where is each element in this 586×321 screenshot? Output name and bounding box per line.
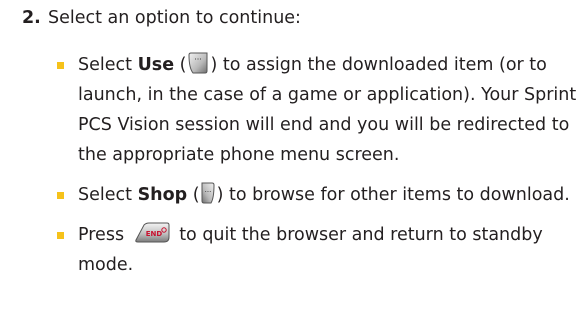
list-item-shop: Select Shop ( ··· ) to browse for other … (56, 180, 582, 210)
step-number: 2. (22, 8, 41, 28)
end-key-label: END (145, 230, 162, 238)
list-item-use: Select Use ( ··· ) to assign the downloa… (56, 50, 582, 170)
shop-post-text: ) to browse for other items to download. (216, 185, 570, 205)
shop-pre-text: Select (78, 185, 138, 205)
step-2: 2. Select an option to continue: (22, 4, 301, 32)
bullet-square (57, 62, 64, 69)
bullet-square (57, 232, 64, 239)
manual-page: 2. Select an option to continue: Select U… (0, 0, 586, 321)
left-softkey-icon: ··· (187, 52, 209, 74)
use-label: Use (137, 55, 175, 75)
step-text: Select an option to continue: (48, 8, 301, 28)
option-list: Select Use ( ··· ) to assign the downloa… (56, 50, 582, 290)
right-softkey-icon: ··· (201, 182, 216, 204)
list-item-end: Press END to quit the browser and return… (56, 220, 582, 280)
shop-label: Shop (137, 185, 188, 205)
bullet-square (57, 192, 64, 199)
svg-text:···: ··· (195, 55, 203, 64)
end-key-icon: END (134, 222, 170, 244)
shop-open-paren: ( (187, 185, 200, 205)
use-pre-text: Select (78, 55, 138, 75)
use-open-paren: ( (174, 55, 187, 75)
end-pre-text: Press (78, 225, 130, 245)
svg-text:···: ··· (204, 188, 211, 196)
